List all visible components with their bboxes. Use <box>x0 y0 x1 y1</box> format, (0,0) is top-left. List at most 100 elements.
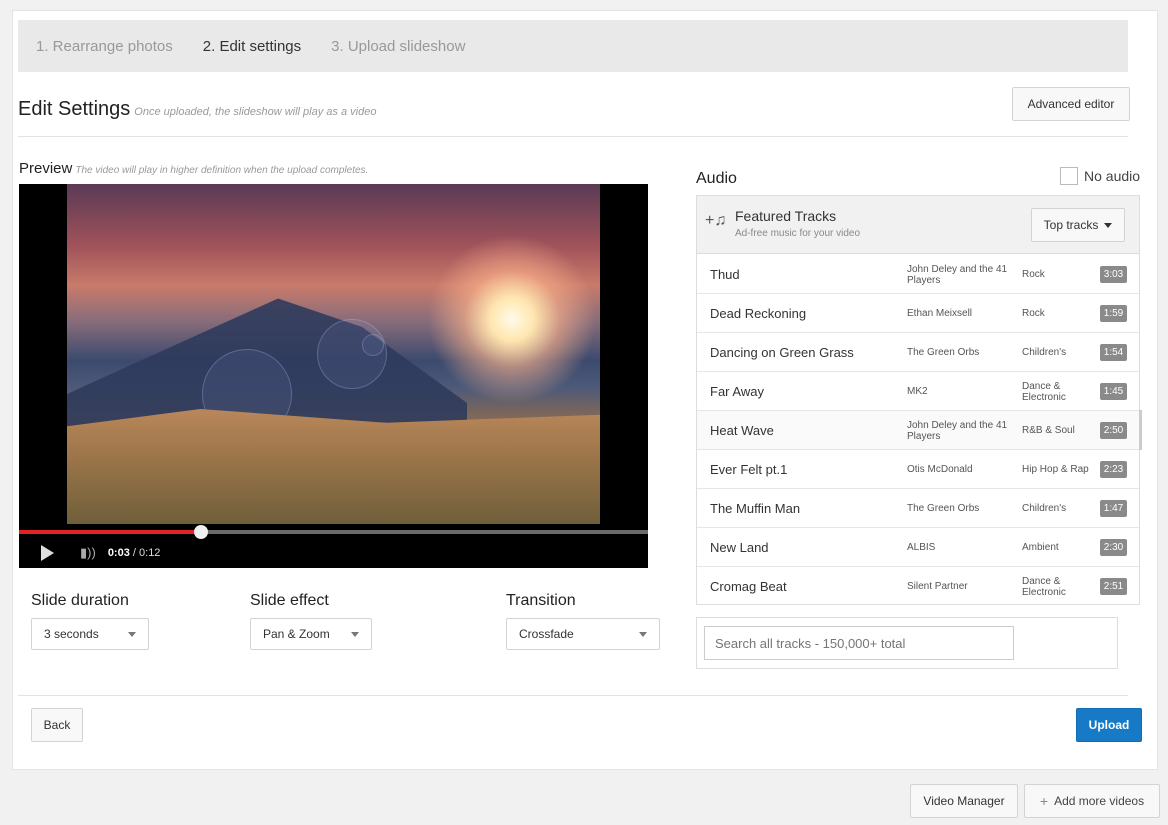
track-title: Dead Reckoning <box>710 306 807 321</box>
chevron-down-icon <box>351 631 359 637</box>
track-search-input[interactable] <box>704 626 1014 660</box>
top-tracks-label: Top tracks <box>1043 218 1099 232</box>
track-row[interactable]: New Land ALBIS Ambient 2:30 <box>697 528 1139 567</box>
track-duration: 1:47 <box>1100 500 1127 517</box>
track-row[interactable]: Cromag Beat Silent Partner Dance & Electro… <box>697 567 1139 604</box>
preview-label: Preview The video will play in higher def… <box>19 160 369 177</box>
track-artist: The Green Orbs <box>907 503 980 514</box>
track-duration: 1:54 <box>1100 344 1127 361</box>
track-title: Far Away <box>710 384 764 399</box>
track-duration: 2:30 <box>1100 539 1127 556</box>
divider <box>18 695 1128 696</box>
upload-button[interactable]: Upload <box>1076 708 1142 742</box>
track-artist: Ethan Meixsell <box>907 308 973 319</box>
step-rearrange[interactable]: 1. Rearrange photos <box>36 38 173 55</box>
track-row[interactable]: Thud John Deley and the 41 Players Rock 3:0… <box>697 255 1139 294</box>
track-duration: 1:59 <box>1100 305 1127 322</box>
video-frame <box>67 184 600 524</box>
total-time: / 0:12 <box>132 547 161 559</box>
back-button[interactable]: Back <box>31 708 83 742</box>
track-duration: 2:23 <box>1100 461 1127 478</box>
track-list[interactable]: +♫ Featured Tracks Ad-free music for you… <box>696 195 1140 605</box>
track-row[interactable]: Far Away MK2 Dance & Electronic 1:45 <box>697 372 1139 411</box>
transition-label: Transition <box>506 592 576 609</box>
scene-hills <box>67 409 600 524</box>
slide-effect-label: Slide effect <box>250 592 329 609</box>
track-duration: 2:51 <box>1100 578 1127 595</box>
track-artist: ALBIS <box>907 542 936 553</box>
advanced-editor-button[interactable]: Advanced editor <box>1012 87 1130 121</box>
track-artist: John Deley and the 41 Players <box>907 263 1008 286</box>
slide-duration-value: 3 seconds <box>44 627 99 641</box>
player-controls: ▮)) 0:03 / 0:12 <box>19 538 648 568</box>
track-duration: 3:03 <box>1100 266 1127 283</box>
slide-effect-select[interactable]: Pan & Zoom <box>250 618 372 650</box>
track-genre: Dance & Electronic <box>1022 575 1066 598</box>
slide-duration-select[interactable]: 3 seconds <box>31 618 149 650</box>
slide-duration-label: Slide duration <box>31 592 129 609</box>
chevron-down-icon <box>1104 222 1113 228</box>
track-artist: Silent Partner <box>907 581 968 592</box>
track-artist: Otis McDonald <box>907 464 973 475</box>
plus-icon: + <box>1039 793 1049 809</box>
track-row[interactable]: Heat Wave John Deley and the 41 Players R&… <box>697 411 1139 450</box>
page-subtitle: Once uploaded, the slideshow will play a… <box>134 106 377 118</box>
current-time: 0:03 <box>107 547 130 559</box>
track-duration: 1:45 <box>1100 383 1127 400</box>
title-row: Edit Settings Once uploaded, the slidesho… <box>18 98 1128 121</box>
featured-tracks-header: +♫ Featured Tracks Ad-free music for you… <box>697 196 1139 254</box>
volume-icon[interactable]: ▮)) <box>80 545 96 561</box>
track-list-scrollbar[interactable] <box>1139 410 1142 450</box>
audio-label: Audio <box>696 170 737 187</box>
track-genre: Ambient <box>1022 542 1059 553</box>
chevron-down-icon <box>128 631 136 637</box>
featured-title: Featured Tracks <box>735 208 837 224</box>
step-upload[interactable]: 3. Upload slideshow <box>331 38 465 55</box>
divider <box>18 136 1128 137</box>
track-title: The Muffin Man <box>710 501 801 516</box>
transition-select[interactable]: Crossfade <box>506 618 660 650</box>
scene-sun <box>427 234 597 404</box>
progress-fill <box>19 530 201 534</box>
track-artist: The Green Orbs <box>907 347 980 358</box>
lens-flare <box>362 334 384 356</box>
track-genre: Hip Hop & Rap <box>1022 464 1089 475</box>
track-title: Ever Felt pt.1 <box>710 462 788 477</box>
add-more-videos-button[interactable]: + Add more videos <box>1024 784 1160 818</box>
no-audio-toggle[interactable]: No audio <box>1060 167 1140 185</box>
video-manager-button[interactable]: Video Manager <box>910 784 1018 818</box>
track-genre: Rock <box>1022 269 1045 280</box>
track-title: Heat Wave <box>710 423 774 438</box>
track-artist: John Deley and the 41 Players <box>907 419 1008 442</box>
add-more-label: Add more videos <box>1054 794 1145 808</box>
track-row[interactable]: Dead Reckoning Ethan Meixsell Rock 1:59 <box>697 294 1139 333</box>
track-title: Thud <box>710 267 740 282</box>
music-note-icon: +♫ <box>705 212 727 229</box>
track-title: New Land <box>710 540 769 555</box>
track-title: Dancing on Green Grass <box>710 345 854 360</box>
play-icon[interactable] <box>41 545 54 561</box>
step-bar: 1. Rearrange photos 2. Edit settings 3. … <box>18 20 1128 72</box>
no-audio-checkbox[interactable] <box>1060 167 1078 185</box>
track-row[interactable]: The Muffin Man The Green Orbs Children's 1:… <box>697 489 1139 528</box>
chevron-down-icon <box>639 631 647 637</box>
track-row[interactable]: Ever Felt pt.1 Otis McDonald Hip Hop & Rap… <box>697 450 1139 489</box>
track-genre: Children's <box>1022 503 1067 514</box>
step-edit-settings[interactable]: 2. Edit settings <box>203 38 301 55</box>
slide-effect-value: Pan & Zoom <box>263 627 330 641</box>
progress-handle[interactable] <box>194 525 208 539</box>
page-title: Edit Settings Once uploaded, the slidesho… <box>18 98 377 120</box>
top-tracks-dropdown[interactable]: Top tracks <box>1031 208 1125 242</box>
transition-value: Crossfade <box>519 627 574 641</box>
track-row[interactable]: Dancing on Green Grass The Green Orbs Chil… <box>697 333 1139 372</box>
track-genre: Rock <box>1022 308 1045 319</box>
video-player[interactable]: ▮)) 0:03 / 0:12 <box>19 184 648 568</box>
featured-subtitle: Ad-free music for your video <box>735 228 861 239</box>
track-genre: Children's <box>1022 347 1067 358</box>
track-duration: 2:50 <box>1100 422 1127 439</box>
preview-note: The video will play in higher definition… <box>75 165 369 176</box>
track-genre: R&B & Soul <box>1022 425 1075 436</box>
track-artist: MK2 <box>907 386 928 397</box>
track-title: Cromag Beat <box>710 579 787 594</box>
no-audio-label: No audio <box>1084 168 1141 184</box>
